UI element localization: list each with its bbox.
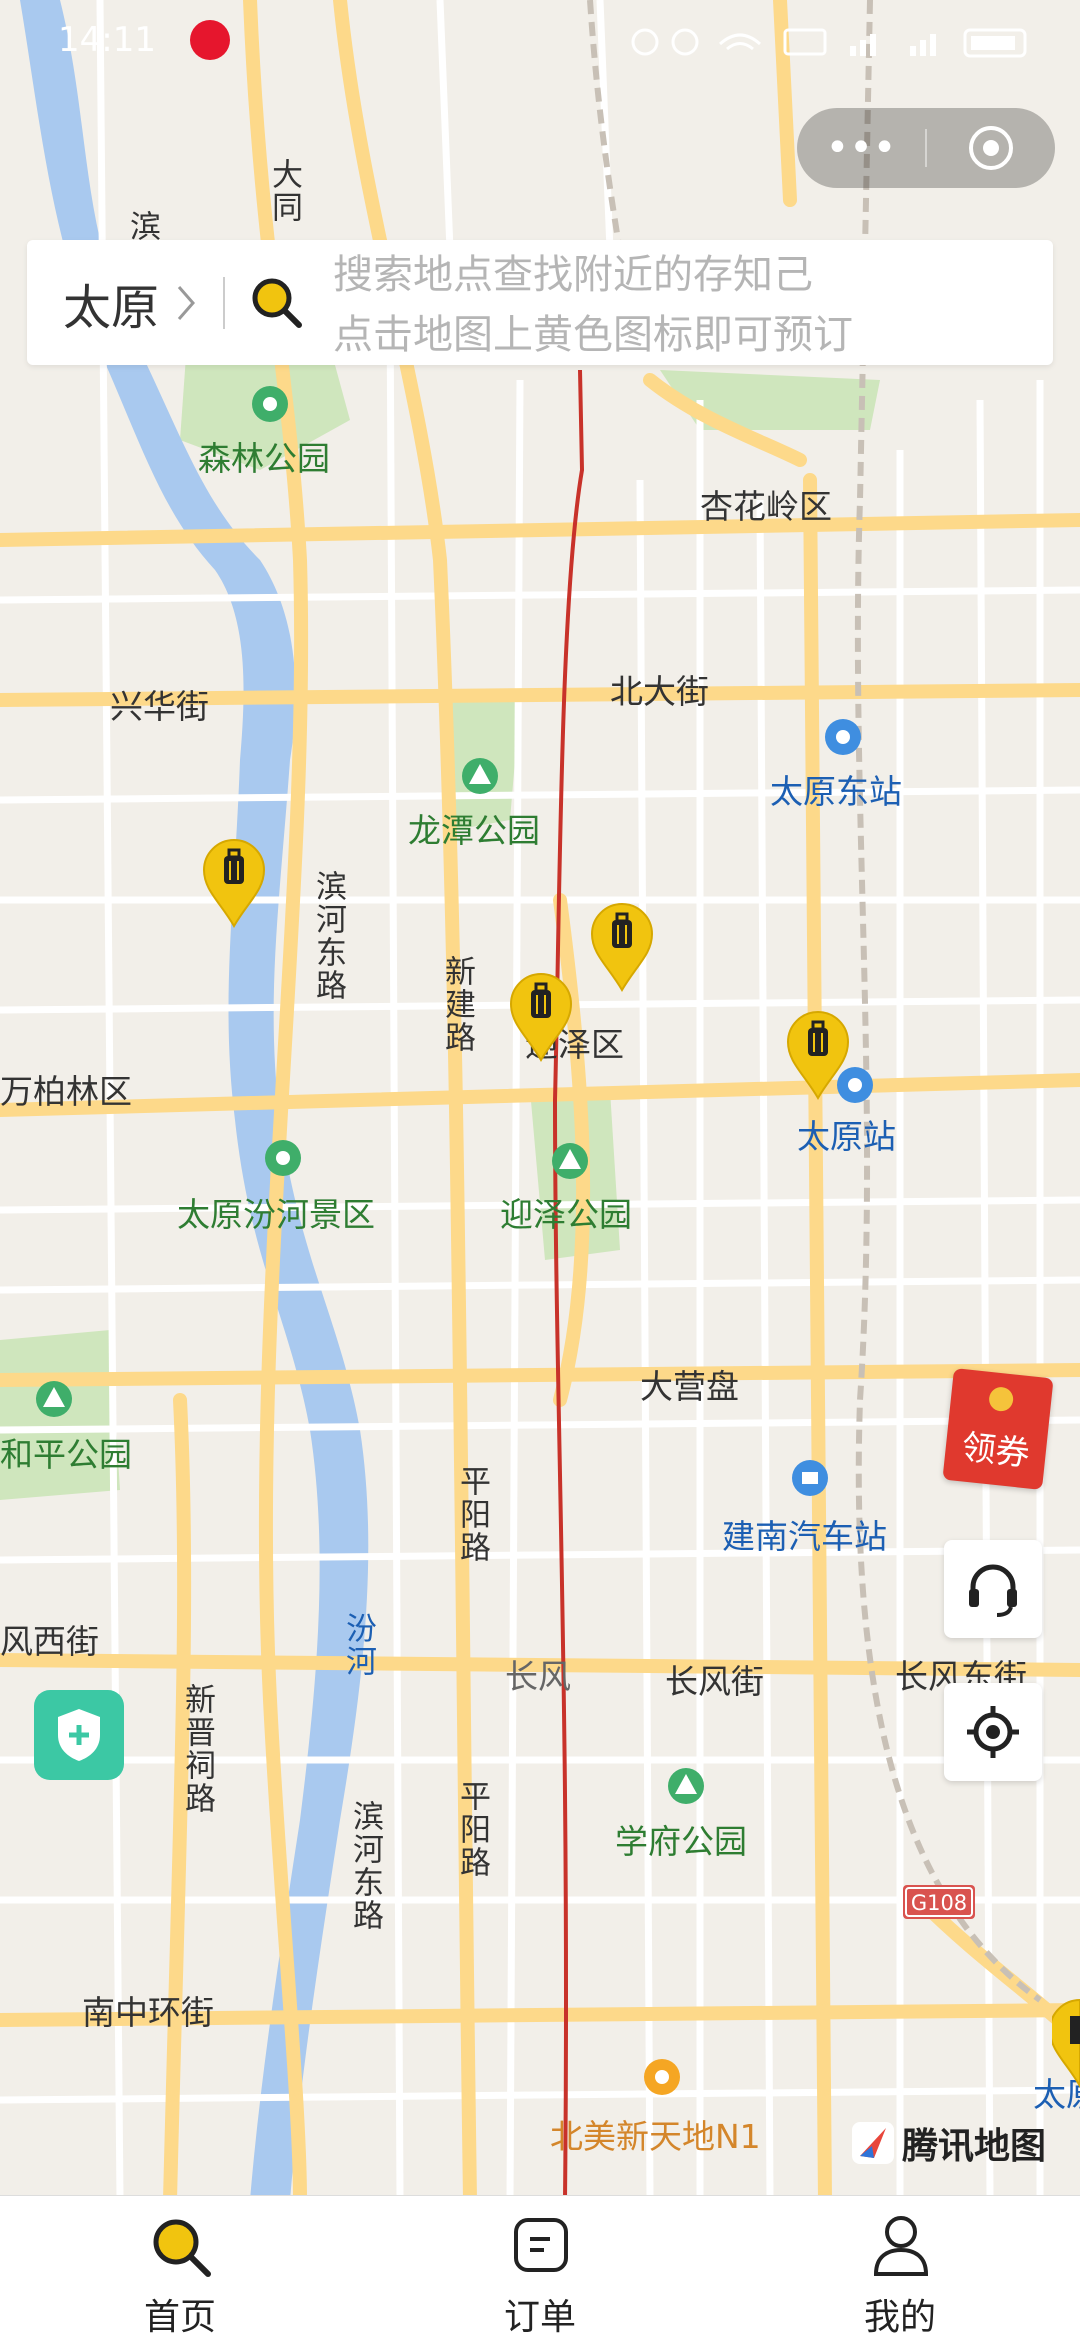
divider: [223, 276, 226, 329]
tab-profile[interactable]: 我的: [800, 2196, 1000, 2340]
poi-label: 龙潭公园: [408, 811, 540, 850]
app-screen: G108 杏花岭区 迎泽区 万柏林区 兴华街 北大街 大营盘 长风 长风街 长风…: [0, 0, 1080, 2340]
street-label: 长风: [505, 1657, 571, 1696]
poi-label: 太原站: [797, 1117, 896, 1156]
street-label-vertical: 新建路: [439, 955, 475, 1054]
poi-label: 森林公园: [198, 439, 330, 478]
headset-icon: [969, 1564, 1017, 1617]
weibo-icon: [190, 20, 230, 60]
poi-label: 建南汽车站: [722, 1517, 887, 1556]
search-icon: [153, 2219, 211, 2277]
city-selector[interactable]: 太原: [63, 268, 159, 338]
coupon-label: 领券: [959, 1427, 1032, 1475]
target-circle-icon: [969, 126, 1013, 170]
street-label: 北大街: [610, 672, 709, 711]
luggage-pin-icon[interactable]: [1052, 1996, 1080, 2088]
order-icon: [514, 2218, 568, 2272]
street-label-vertical: 平阳路: [454, 1465, 490, 1564]
status-bar: 14:11: [0, 0, 1080, 80]
tencent-map-label: 腾讯地图: [902, 2126, 1047, 2167]
safety-shield-button[interactable]: [34, 1690, 124, 1780]
capsule-close-button[interactable]: [927, 123, 1055, 173]
poi-label: 太原汾河景区: [177, 1195, 375, 1234]
search-bar: 太原 搜索地点查找附近的存知己 点击地图上黄色图标即可预订: [27, 240, 1053, 365]
street-label: 风西街: [0, 1622, 99, 1661]
luggage-pin-icon[interactable]: [200, 836, 268, 928]
poi-label: 北美新天地N1: [550, 2117, 761, 2156]
luggage-pin-icon[interactable]: [507, 970, 575, 1062]
tab-home[interactable]: 首页: [80, 2196, 280, 2340]
poi-label: 迎泽公园: [500, 1195, 632, 1234]
road-shield-label: G108: [911, 1891, 967, 1915]
poi-label: 太原东站: [770, 772, 902, 811]
street-label-vertical: 滨: [124, 210, 160, 243]
street-label: 南中环街: [82, 1993, 214, 2032]
street-label: 兴华街: [110, 687, 209, 726]
coupon-button[interactable]: 领券: [942, 1368, 1054, 1490]
locate-icon: [967, 1706, 1019, 1758]
street-label-vertical: 大同: [266, 158, 302, 224]
miniprogram-capsule: •••: [797, 108, 1055, 188]
luggage-pin-icon[interactable]: [588, 900, 656, 992]
status-time: 14:11: [58, 20, 156, 60]
search-icon[interactable]: [249, 275, 305, 331]
tencent-map-icon: [852, 2122, 894, 2164]
search-placeholder-line1: 搜索地点查找附近的存知己: [333, 251, 814, 298]
chevron-right-icon[interactable]: [175, 283, 197, 323]
street-label-vertical: 滨河东路: [347, 1800, 383, 1932]
search-input[interactable]: 搜索地点查找附近的存知己 点击地图上黄色图标即可预订: [333, 241, 853, 365]
user-icon: [873, 2216, 929, 2276]
ellipsis-icon[interactable]: •••: [797, 128, 925, 168]
tab-label: 订单: [503, 2297, 576, 2338]
street-label-vertical: 新晋祠路: [179, 1683, 215, 1815]
customer-service-button[interactable]: [944, 1540, 1042, 1638]
district-label: 杏花岭区: [700, 487, 832, 526]
river-label: 汾河: [340, 1612, 376, 1678]
coupon-seal-icon: [987, 1385, 1015, 1413]
search-placeholder-line2: 点击地图上黄色图标即可预订: [333, 311, 854, 358]
luggage-pin-icon[interactable]: [784, 1008, 852, 1100]
street-label-vertical: 滨河东路: [310, 870, 346, 1002]
bottom-tab-bar: 首页 订单 我的: [0, 2195, 1080, 2340]
road-shield-g108: G108: [903, 1885, 975, 1919]
poi-label: 和平公园: [0, 1435, 132, 1474]
locate-button[interactable]: [944, 1683, 1042, 1781]
tencent-map-logo: 腾讯地图: [850, 2118, 1046, 2168]
street-label: 大营盘: [640, 1367, 739, 1406]
tab-label: 首页: [143, 2297, 216, 2338]
street-label-vertical: 平阳路: [454, 1780, 490, 1879]
district-label: 万柏林区: [0, 1072, 132, 1111]
shield-plus-icon: [58, 1709, 100, 1761]
tab-label: 我的: [863, 2297, 936, 2338]
poi-label: 学府公园: [615, 1822, 747, 1861]
tab-orders[interactable]: 订单: [440, 2196, 640, 2340]
status-icons: [631, 28, 1027, 58]
street-label: 长风街: [665, 1662, 764, 1701]
